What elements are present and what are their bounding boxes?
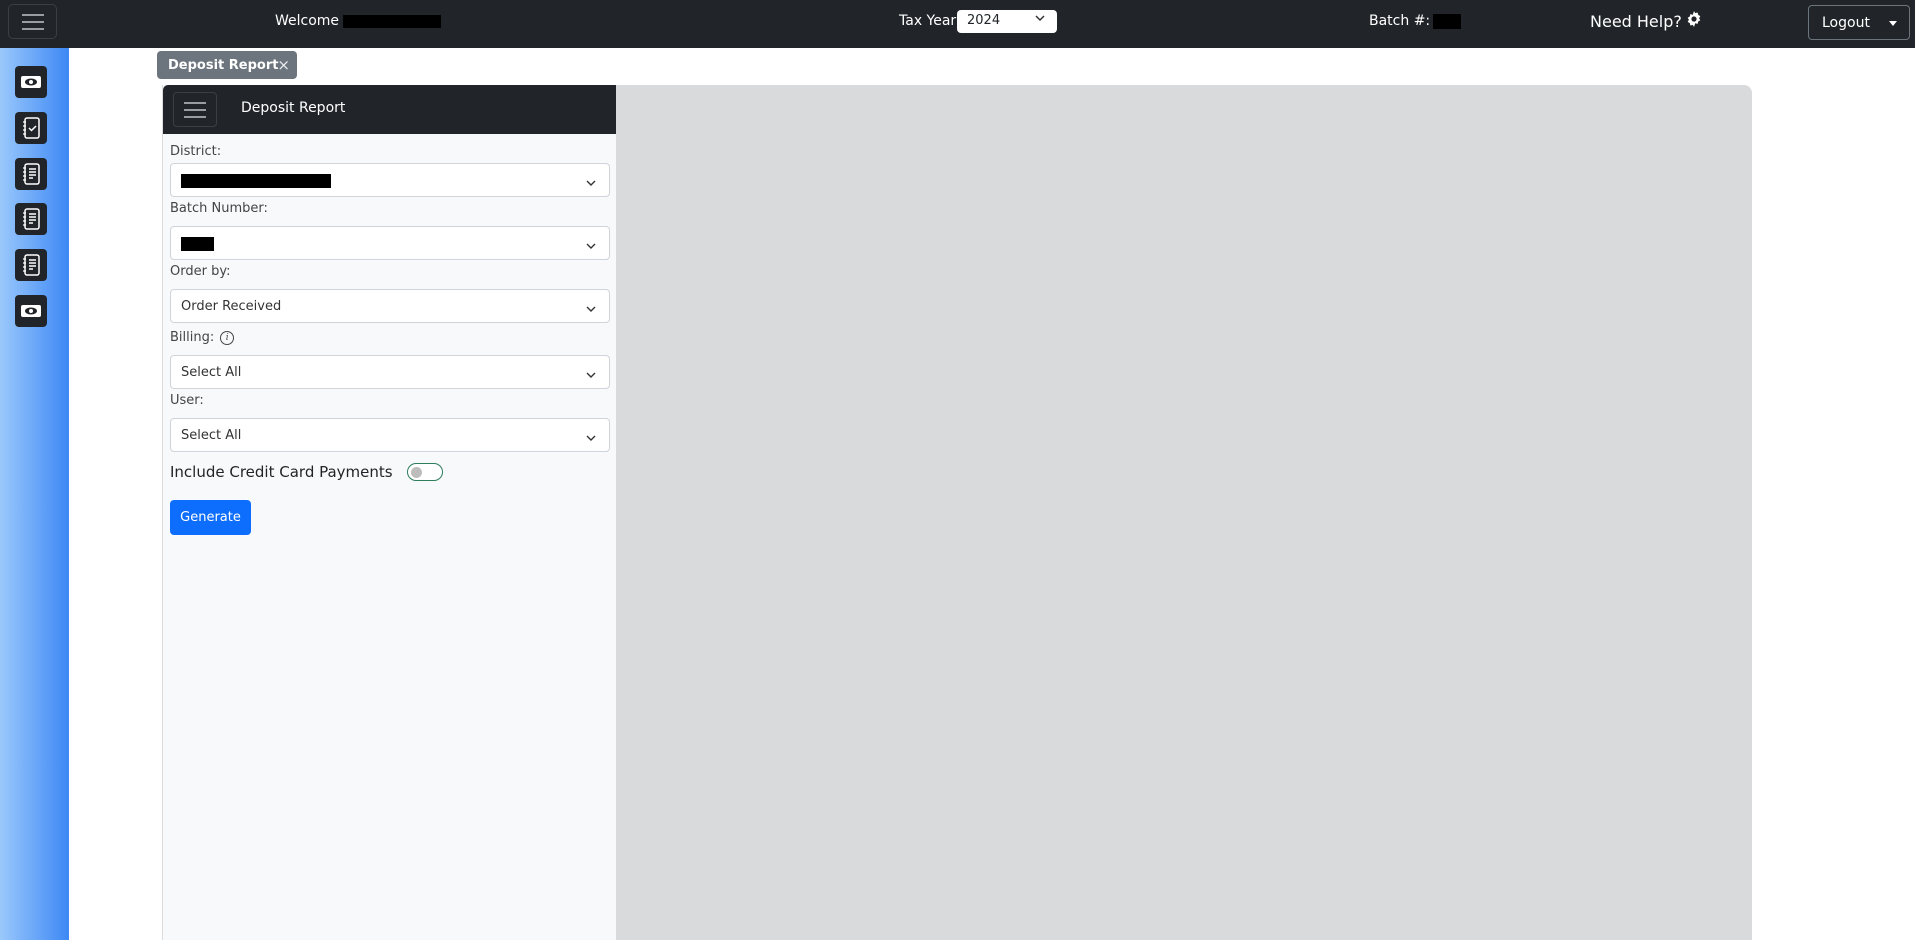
sidebar-item-report-1[interactable]: [15, 158, 47, 190]
report-filter-panel: Deposit Report District: Batch Number: O…: [162, 85, 617, 940]
tax-year-select[interactable]: 2024: [957, 10, 1057, 33]
toggle-knob: [410, 466, 422, 478]
tax-year-label: Tax Year: [899, 13, 957, 29]
chevron-down-icon: [1035, 13, 1045, 26]
welcome-label: Welcome: [275, 13, 340, 29]
top-navbar: Welcome Tax Year 2024 Batch #: Need Help…: [0, 0, 1915, 48]
batch-number-select[interactable]: [170, 226, 610, 260]
logout-label: Logout: [1822, 14, 1870, 31]
sidebar-item-deposits[interactable]: [15, 295, 47, 327]
user-value: Select All: [181, 428, 242, 443]
redacted-batch-value: [181, 236, 214, 251]
gear-icon: [1686, 11, 1702, 31]
user-select[interactable]: Select All: [170, 418, 610, 452]
tax-year-value: 2024: [967, 13, 1001, 28]
notebook-icon: [23, 254, 40, 276]
checklist-icon: [23, 117, 40, 139]
notebook-icon: [23, 163, 40, 185]
sidebar-item-checklist[interactable]: [15, 112, 47, 144]
need-help-label: Need Help?: [1590, 11, 1682, 31]
credit-card-toggle-label: Include Credit Card Payments: [170, 463, 393, 481]
chevron-down-icon: [586, 302, 596, 317]
caret-down-icon[interactable]: [1889, 21, 1897, 26]
user-label: User:: [170, 393, 204, 408]
panel-header: Deposit Report: [163, 85, 617, 134]
sidebar-item-payments[interactable]: [15, 66, 47, 98]
main-menu-toggle-button[interactable]: [8, 4, 57, 39]
batch-label: Batch #:: [1369, 13, 1431, 29]
panel-menu-toggle-button[interactable]: [173, 92, 217, 127]
generate-button[interactable]: Generate: [170, 500, 251, 535]
batch-number-display: Batch #:: [1369, 13, 1462, 29]
order-by-label: Order by:: [170, 264, 231, 279]
sidebar-item-report-2[interactable]: [15, 203, 47, 235]
notebook-icon: [23, 208, 40, 230]
info-icon[interactable]: i: [220, 330, 235, 345]
need-help-link[interactable]: Need Help?: [1590, 11, 1702, 31]
credit-card-toggle-row: Include Credit Card Payments: [170, 463, 443, 481]
order-by-value: Order Received: [181, 299, 282, 314]
sidebar-item-report-3[interactable]: [15, 249, 47, 281]
close-icon[interactable]: ×: [277, 56, 290, 74]
tab-label: Deposit Report: [168, 57, 279, 73]
chevron-down-icon: [586, 176, 596, 191]
billing-value: Select All: [181, 365, 242, 380]
chevron-down-icon: [586, 431, 596, 446]
chevron-down-icon: [586, 368, 596, 383]
logout-button[interactable]: Logout: [1808, 5, 1910, 40]
order-by-select[interactable]: Order Received: [170, 289, 610, 323]
tab-deposit-report[interactable]: Deposit Report ×: [157, 51, 297, 79]
money-icon: [21, 76, 41, 88]
billing-label-group: Billing: i: [170, 330, 235, 345]
billing-label: Billing:: [170, 330, 215, 345]
batch-number-label: Batch Number:: [170, 201, 268, 216]
billing-select[interactable]: Select All: [170, 355, 610, 389]
credit-card-toggle-switch[interactable]: [406, 463, 443, 481]
left-sidebar: [0, 48, 69, 940]
district-select[interactable]: [170, 163, 610, 197]
money-icon: [21, 305, 41, 317]
hamburger-icon-line: [184, 108, 206, 111]
district-label: District:: [170, 144, 222, 159]
hamburger-icon-line: [21, 20, 44, 23]
redacted-batch-number: [1433, 13, 1462, 29]
panel-title: Deposit Report: [241, 100, 346, 116]
redacted-district-value: [181, 173, 331, 188]
hamburger-icon: [21, 13, 44, 16]
hamburger-icon-line: [21, 27, 44, 30]
report-content-area: [616, 85, 1752, 940]
hamburger-icon-line: [184, 115, 206, 118]
welcome-message: Welcome: [275, 13, 442, 29]
hamburger-icon: [184, 101, 206, 104]
chevron-down-icon: [586, 239, 596, 254]
redacted-user-name: [343, 14, 442, 28]
